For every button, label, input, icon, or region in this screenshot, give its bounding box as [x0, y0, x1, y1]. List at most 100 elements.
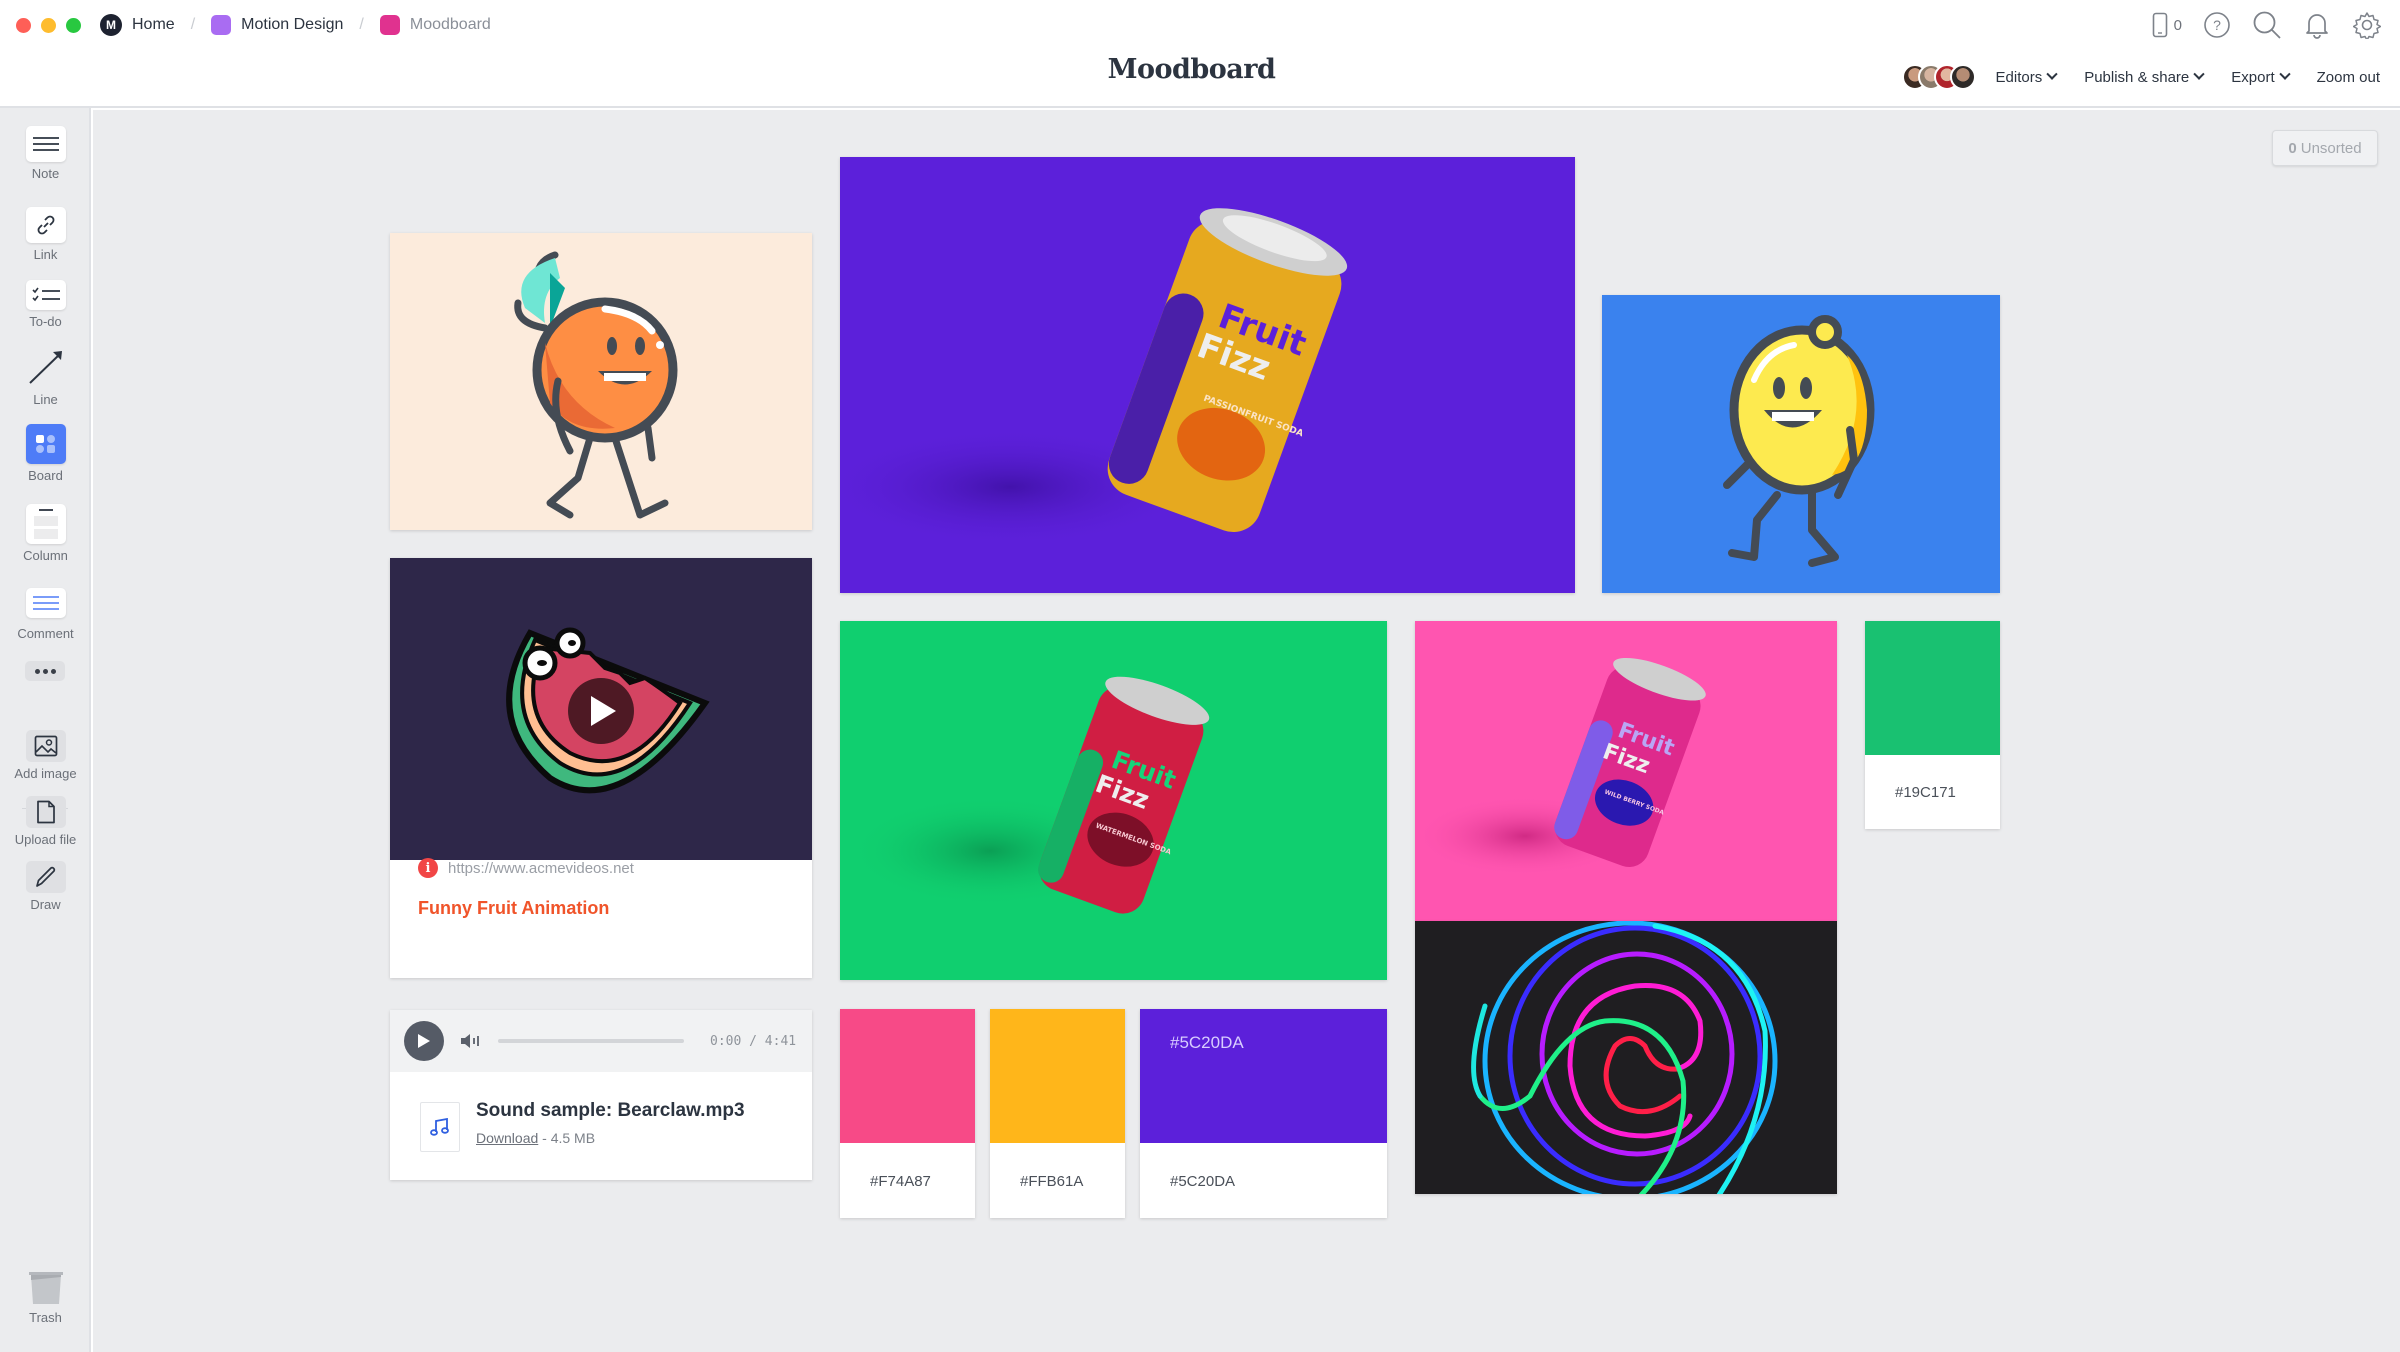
line-arrow-icon — [26, 346, 66, 388]
link-title[interactable]: Funny Fruit Animation — [418, 898, 634, 919]
breadcrumb: M Home / Motion Design / Moodboard — [100, 12, 491, 38]
link-url[interactable]: i https://www.acmevideos.net — [418, 858, 634, 878]
close-window-button[interactable] — [16, 18, 31, 33]
tool-label: Add image — [14, 766, 77, 781]
milanote-logo-icon: M — [100, 14, 122, 36]
wildberry-can-image: Fruit Fizz WILD BERRY SODA — [1415, 657, 1706, 876]
zoom-out-label: Zoom out — [2316, 68, 2380, 86]
image-card-neon-spiral[interactable] — [1415, 921, 1837, 1194]
export-label: Export — [2231, 68, 2275, 86]
tool-add-image[interactable]: Add image — [0, 730, 91, 781]
video-link-card[interactable]: i https://www.acmevideos.net Funny Fruit… — [390, 558, 812, 978]
mobile-icon — [2152, 12, 2167, 38]
tool-link[interactable]: Link — [0, 207, 91, 262]
breadcrumb-motion-design[interactable]: Motion Design — [211, 15, 343, 35]
image-card-lemon[interactable] — [1602, 295, 2000, 593]
audio-card[interactable]: 0:00 / 4:41 Sound sample: Bearclaw.mp3 D… — [390, 1010, 812, 1180]
image-card-wildberry-can[interactable]: Fruit Fizz WILD BERRY SODA — [1415, 621, 1837, 921]
note-icon — [25, 126, 66, 162]
tool-label: Upload file — [14, 832, 77, 847]
breadcrumb-separator: / — [359, 16, 364, 33]
maximize-window-button[interactable] — [66, 18, 81, 33]
tool-board[interactable]: Board — [0, 424, 91, 483]
color-swatch-purple[interactable]: #5C20DA #5C20DA — [1140, 1009, 1387, 1218]
color-swatch-pink[interactable]: #F74A87 — [840, 1009, 975, 1218]
bell-icon — [2306, 14, 2328, 39]
image-card-passionfruit-can[interactable]: Fruit Fizz PASSIONFRUIT SODA — [840, 157, 1575, 593]
tool-note[interactable]: Note — [0, 126, 91, 181]
tool-line[interactable]: Line — [0, 346, 91, 407]
tool-label: Board — [28, 468, 63, 483]
swatch-color — [1140, 1009, 1387, 1143]
color-swatch-yellow[interactable]: #FFB61A — [990, 1009, 1125, 1218]
link-icon — [25, 207, 66, 243]
play-icon — [418, 1034, 430, 1048]
file-size: - 4.5 MB — [542, 1130, 596, 1146]
pencil-icon — [25, 861, 66, 893]
editors-label: Editors — [1995, 68, 2043, 86]
publish-share-menu[interactable]: Publish & share — [2084, 68, 2205, 86]
search-button[interactable] — [2252, 10, 2282, 40]
neon-spiral-image — [1471, 921, 1778, 1194]
breadcrumb-label: Moodboard — [409, 16, 491, 33]
svg-text:?: ? — [2213, 17, 2221, 33]
chevron-down-icon — [2193, 68, 2205, 80]
tool-label: Comment — [17, 626, 74, 641]
unsorted-button[interactable]: 0 Unsorted — [2272, 130, 2378, 166]
breadcrumb-home[interactable]: M Home — [100, 14, 175, 36]
tool-comment[interactable]: Comment — [0, 588, 91, 641]
board-icon — [211, 15, 232, 35]
trash-button[interactable]: Trash — [0, 1270, 91, 1325]
tool-column[interactable]: Column — [0, 504, 91, 563]
more-tools-button[interactable] — [25, 661, 65, 681]
file-info: Sound sample: Bearclaw.mp3 Download - 4.… — [420, 1100, 745, 1152]
watermelon-image — [506, 627, 710, 794]
minimize-window-button[interactable] — [41, 18, 56, 33]
watermelon-can-image: Fruit Fizz WATERMELON SODA — [850, 676, 1210, 914]
play-button[interactable] — [404, 1021, 444, 1061]
unsorted-count: 0 — [2288, 139, 2297, 157]
zoom-out-button[interactable]: Zoom out — [2317, 69, 2380, 86]
settings-button[interactable] — [2352, 10, 2382, 40]
swatch-hex: #FFB61A — [1020, 1173, 1084, 1190]
breadcrumb-separator: / — [190, 16, 196, 33]
video-thumbnail[interactable] — [390, 558, 812, 860]
swatch-color — [1865, 621, 2000, 755]
link-meta: i https://www.acmevideos.net Funny Fruit… — [418, 858, 634, 919]
export-menu[interactable]: Export — [2231, 68, 2291, 86]
download-link[interactable]: Download — [476, 1130, 538, 1146]
header-menus: Editors Publish & share Export Zoom out — [1901, 64, 2380, 90]
tool-todo[interactable]: To-do — [0, 280, 91, 329]
tool-label: Draw — [30, 897, 61, 912]
tool-draw[interactable]: Draw — [0, 861, 91, 912]
breadcrumb-label: Home — [132, 16, 175, 33]
image-card-watermelon-can[interactable]: Fruit Fizz WATERMELON SODA — [840, 621, 1387, 980]
help-button[interactable]: ? — [2202, 10, 2232, 40]
swatch-color — [990, 1009, 1125, 1143]
image-icon — [25, 730, 66, 762]
swatch-overlay-hex: #5C20DA — [1170, 1033, 1244, 1052]
color-swatch-green[interactable]: #19C171 — [1865, 621, 2000, 829]
image-card-orange[interactable] — [390, 233, 812, 530]
window-controls — [16, 18, 81, 33]
more-icon-dot — [50, 668, 56, 674]
swatch-hex: #F74A87 — [870, 1173, 931, 1190]
tool-label: Link — [33, 247, 58, 262]
tool-label: Trash — [29, 1310, 62, 1325]
audio-file-icon — [420, 1102, 460, 1152]
editors-menu[interactable]: Editors — [1995, 68, 2058, 86]
todo-icon — [25, 280, 66, 310]
search-icon — [2253, 11, 2281, 39]
gear-icon — [2353, 12, 2381, 39]
notifications-button[interactable] — [2302, 10, 2332, 40]
orange-character-image — [514, 251, 678, 519]
tool-upload-file[interactable]: Upload file — [0, 796, 91, 847]
passionfruit-can-image: Fruit Fizz PASSIONFRUIT SODA — [840, 208, 1348, 547]
mobile-button[interactable]: 0 — [2152, 12, 2182, 38]
audio-progress-slider[interactable] — [498, 1039, 684, 1043]
volume-icon[interactable] — [460, 1033, 480, 1049]
lemon-character-image — [1723, 315, 1875, 567]
file-meta: Download - 4.5 MB — [476, 1130, 745, 1146]
editor-avatars[interactable] — [1901, 64, 1976, 90]
breadcrumb-moodboard[interactable]: Moodboard — [379, 15, 491, 35]
